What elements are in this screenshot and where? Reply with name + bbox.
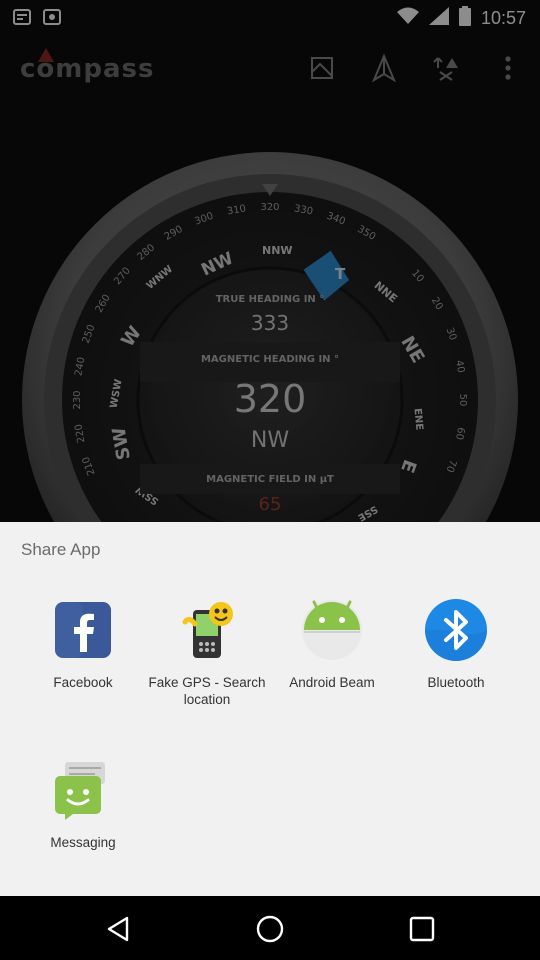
share-target-label: Messaging xyxy=(50,835,116,850)
facebook-icon xyxy=(55,602,111,658)
share-target-bluetooth[interactable]: Bluetooth xyxy=(394,598,518,691)
share-sheet-title: Share App xyxy=(21,540,101,559)
share-target-messaging[interactable]: Messaging xyxy=(21,758,145,851)
share-target-label: Bluetooth xyxy=(427,675,485,690)
android-beam-icon xyxy=(302,600,362,660)
messaging-icon xyxy=(55,762,105,820)
share-target-label: Android Beam xyxy=(289,675,375,690)
share-target-label: Facebook xyxy=(53,675,113,690)
share-target-label: Fake GPS - Search location xyxy=(148,675,266,707)
recents-icon[interactable] xyxy=(407,914,437,944)
background-scrim[interactable] xyxy=(0,0,540,522)
home-icon[interactable] xyxy=(255,914,285,944)
back-icon[interactable] xyxy=(103,914,133,944)
share-target-android-beam[interactable]: Android Beam xyxy=(270,598,394,691)
bluetooth-icon xyxy=(425,599,487,661)
share-target-facebook[interactable]: Facebook xyxy=(21,598,145,691)
fake-gps-icon xyxy=(182,602,233,658)
share-target-fake-gps[interactable]: Fake GPS - Search location xyxy=(145,598,269,708)
navigation-bar xyxy=(0,896,540,960)
share-sheet: Share App Facebook Fake GPS - Search loc… xyxy=(0,522,540,896)
